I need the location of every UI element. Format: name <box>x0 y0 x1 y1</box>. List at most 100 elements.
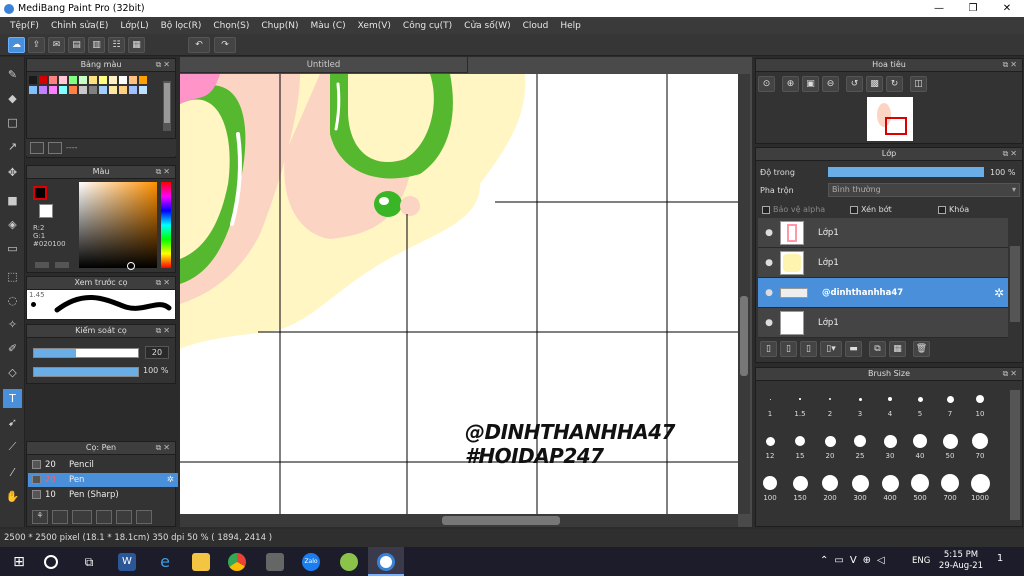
brush-size-dot[interactable] <box>822 475 838 491</box>
app-icon[interactable] <box>340 553 358 571</box>
drawing-canvas[interactable]: @DINHTHANHHA47 #HOIDAP247 <box>180 74 738 514</box>
brush-size-dot[interactable] <box>824 435 836 447</box>
brush-item-pen-sharp[interactable]: 10 Pen (Sharp) <box>28 488 178 502</box>
new-8bit-layer-icon[interactable]: ▯ <box>800 341 817 357</box>
color-swatch[interactable] <box>129 76 137 84</box>
maximize-button[interactable]: ❐ <box>956 0 990 17</box>
duplicate-layer-icon[interactable]: ⧉ <box>869 341 886 357</box>
menu-layer[interactable]: Lớp(L) <box>114 21 154 31</box>
brush-item-pen[interactable]: 20 Pen ✲ <box>28 473 178 487</box>
brush-tool-icon[interactable]: ✎ <box>3 65 22 84</box>
color-swatch[interactable] <box>139 86 147 94</box>
color-swatch[interactable] <box>49 86 57 94</box>
brush-size-dot[interactable] <box>799 398 801 400</box>
panel-controls-icon[interactable]: ⧉✕ <box>1003 368 1019 380</box>
brush-size-dot[interactable] <box>851 474 869 492</box>
rotate-reset-icon[interactable]: ▩ <box>866 76 883 92</box>
select-tool-icon[interactable]: ⬚ <box>3 267 22 286</box>
eraser-tool-icon[interactable]: ◆ <box>3 89 22 108</box>
eye-icon[interactable]: ● <box>758 228 780 238</box>
brush-size-scrollbar[interactable] <box>1010 390 1020 520</box>
lasso-tool-icon[interactable]: ◌ <box>3 291 22 310</box>
brush-size-value[interactable]: 20 <box>145 346 169 359</box>
lock-checkbox[interactable]: Khóa <box>938 205 969 214</box>
color-swatch[interactable] <box>59 76 67 84</box>
color-swatch[interactable] <box>109 76 117 84</box>
layer-folder-icon[interactable]: ▬ <box>845 341 862 357</box>
brush-size-dot[interactable] <box>917 396 923 402</box>
bucket-tool-icon[interactable]: ◈ <box>3 215 22 234</box>
minimize-button[interactable]: — <box>922 0 956 17</box>
layer-settings-gear-icon[interactable]: ✲ <box>994 286 1004 300</box>
layer-row[interactable]: ● Lớp1 <box>758 248 1008 278</box>
color-swatch[interactable] <box>109 86 117 94</box>
menu-file[interactable]: Tệp(F) <box>4 21 45 31</box>
brush-size-dot[interactable] <box>883 434 897 448</box>
brush-size-dot[interactable] <box>792 475 808 491</box>
panel-controls-icon[interactable]: ⧉✕ <box>156 325 172 337</box>
color-swap-button[interactable] <box>55 262 69 268</box>
layer-row-selected[interactable]: ● @dinhthanhha47 ✲ <box>758 278 1008 308</box>
hue-slider[interactable] <box>161 182 171 268</box>
new-layer-dropdown-icon[interactable]: ▯▾ <box>820 341 842 357</box>
new-swatch-icon[interactable] <box>30 141 44 154</box>
layer-scrollbar[interactable] <box>1010 246 1020 322</box>
canvas-vertical-scrollbar[interactable] <box>738 74 750 514</box>
cloud-icon[interactable]: ☁ <box>8 37 25 53</box>
secondary-color-swatch[interactable] <box>39 204 53 218</box>
grid-icon[interactable]: ▦ <box>128 37 145 53</box>
document-icon[interactable]: ▥ <box>88 37 105 53</box>
brush-size-slider[interactable] <box>33 348 139 358</box>
brush-size-dot[interactable] <box>765 436 775 446</box>
clock[interactable]: 5:15 PM 29-Aug-21 <box>936 550 986 572</box>
menu-window[interactable]: Cửa số(W) <box>458 21 516 31</box>
share-icon[interactable]: ⇪ <box>28 37 45 53</box>
rectangle-tool-icon[interactable]: □ <box>3 113 22 132</box>
brush-size-dot[interactable] <box>976 395 984 403</box>
color-swatch[interactable] <box>39 76 47 84</box>
panel-controls-icon[interactable]: ⧉✕ <box>156 442 172 454</box>
brush-add-icon[interactable]: ⚘ <box>32 510 48 524</box>
brush-size-dot[interactable] <box>881 474 899 492</box>
edge-icon[interactable]: e <box>156 553 174 571</box>
protect-alpha-checkbox[interactable]: Bảo vệ alpha <box>762 205 825 214</box>
windows-start-icon[interactable]: ⊞ <box>10 553 28 571</box>
color-swatch[interactable] <box>119 76 127 84</box>
eye-icon[interactable]: ● <box>758 258 780 268</box>
zoom-fit-icon[interactable]: ⊙ <box>758 76 775 92</box>
zoom-out-icon[interactable]: ⊖ <box>822 76 839 92</box>
rotate-left-icon[interactable]: ↺ <box>846 76 863 92</box>
color-swatch[interactable] <box>89 76 97 84</box>
color-swatch[interactable] <box>129 86 137 94</box>
menu-tools[interactable]: Công cụ(T) <box>397 21 458 31</box>
panel-controls-icon[interactable]: ⧉✕ <box>1003 59 1019 71</box>
canvas-horizontal-scrollbar[interactable] <box>180 514 738 527</box>
divide-tool-icon[interactable]: ⟋ <box>3 437 22 456</box>
color-swatch[interactable] <box>69 86 77 94</box>
layer-row[interactable]: ● Lớp1 <box>758 218 1008 248</box>
task-view-icon[interactable]: ⧉ <box>80 553 98 571</box>
menu-view[interactable]: Xem(V) <box>352 21 397 31</box>
select-pen-icon[interactable]: ✐ <box>3 339 22 358</box>
brush-size-dot[interactable] <box>829 398 831 400</box>
undo-icon[interactable]: ↶ <box>188 37 210 53</box>
text-tool-icon[interactable]: T <box>3 389 22 408</box>
line-tool-icon[interactable]: ↗ <box>3 137 22 156</box>
brush-size-dot[interactable] <box>913 434 927 448</box>
color-swatch[interactable] <box>69 76 77 84</box>
brush-size-dot[interactable] <box>946 395 954 403</box>
chrome-icon[interactable] <box>228 553 246 571</box>
menu-help[interactable]: Help <box>554 21 587 31</box>
zoom-actual-icon[interactable]: ▣ <box>802 76 819 92</box>
brush-settings-gear-icon[interactable]: ✲ <box>167 473 174 487</box>
brush-size-dot[interactable] <box>769 398 771 400</box>
zoom-in-icon[interactable]: ⊕ <box>782 76 799 92</box>
layer-row[interactable]: ● Lớp1 <box>758 308 1008 338</box>
new-halftone-layer-icon[interactable]: ▯ <box>780 341 797 357</box>
brush-size-dot[interactable] <box>972 433 988 449</box>
eyedropper-tool-icon[interactable]: ⁄ <box>3 463 22 482</box>
panel-controls-icon[interactable]: ⧉✕ <box>156 166 172 178</box>
blend-mode-select[interactable]: Bình thường ▾ <box>828 183 1020 197</box>
brush-size-dot[interactable] <box>970 473 990 493</box>
hand-tool-icon[interactable]: ✋ <box>3 487 22 506</box>
